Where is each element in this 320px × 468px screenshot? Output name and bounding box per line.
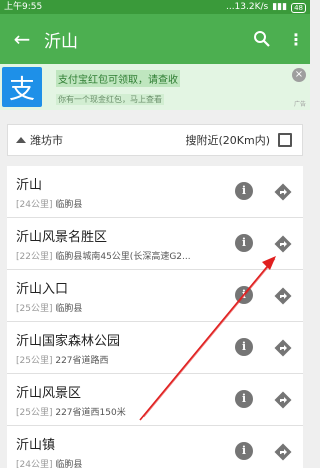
result-distance: [25公里] [16, 303, 53, 314]
directions-icon[interactable] [273, 182, 293, 202]
result-address: 临朐县 [55, 199, 83, 210]
result-name: 沂山 [16, 177, 43, 193]
list-item[interactable]: 沂山入口 [25公里] 临朐县 i [7, 270, 303, 322]
directions-icon[interactable] [273, 338, 293, 358]
result-name: 沂山风景名胜区 [16, 229, 108, 245]
ad-banner[interactable]: 支 支付宝红包可领取，请查收 你有一个现金红包，马上查看 × 广告 [0, 64, 310, 110]
nearby-label: 搜附近(20Km内) [185, 134, 270, 147]
nearby-toggle[interactable]: 搜附近(20Km内) [185, 132, 302, 148]
ad-text: 支付宝红包可领取，请查收 你有一个现金红包，马上查看 [42, 68, 310, 106]
list-item[interactable]: 沂山 [24公里] 临朐县 i [7, 166, 303, 218]
alipay-logo: 支 [2, 67, 42, 107]
city-selector[interactable]: 潍坊市 [8, 132, 185, 148]
info-icon[interactable]: i [235, 389, 253, 408]
result-name: 沂山风景区 [16, 385, 82, 401]
result-address: 227省道路西 [55, 355, 109, 366]
info-icon[interactable]: i [235, 233, 253, 252]
page-title: 沂山 [44, 31, 78, 52]
result-distance: [25公里] [16, 355, 53, 366]
ad-subtitle: 你有一个现金红包，马上查看 [56, 94, 164, 105]
filter-bar: 潍坊市 搜附近(20Km内) [7, 124, 303, 156]
result-address: 临朐县 [55, 459, 83, 468]
battery-level: 48 [291, 3, 306, 13]
back-arrow-icon[interactable]: ← [0, 27, 44, 51]
info-icon[interactable]: i [235, 337, 253, 356]
signal-icon: ▮▮▮ [272, 2, 288, 12]
result-address: 临朐县 [55, 303, 83, 314]
app-bar: ← 沂山 ⋮ [0, 14, 310, 64]
result-name: 沂山国家森林公园 [16, 333, 121, 349]
info-icon[interactable]: i [235, 441, 253, 460]
ad-badge: 广告 [293, 101, 306, 108]
ad-close-icon[interactable]: × [292, 68, 306, 82]
ad-title: 支付宝红包可领取，请查收 [56, 70, 180, 87]
list-item[interactable]: 沂山风景名胜区 [22公里] 临朐县城南45公里(长深高速G2... i [7, 218, 303, 270]
result-address: 227省道西150米 [55, 407, 126, 418]
results-list: 沂山 [24公里] 临朐县 i 沂山风景名胜区 [22公里] 临朐县城南45公里… [7, 166, 303, 468]
directions-icon[interactable] [273, 442, 293, 462]
status-time: 上午9:55 [4, 2, 43, 12]
directions-icon[interactable] [273, 390, 293, 410]
list-item[interactable]: 沂山国家森林公园 [25公里] 227省道路西 i [7, 322, 303, 374]
result-name: 沂山入口 [16, 281, 69, 297]
status-bar: 上午9:55 ...13.2K/s ▮▮▮ 48 [0, 0, 310, 14]
result-distance: [24公里] [16, 459, 53, 468]
info-icon[interactable]: i [235, 285, 253, 304]
directions-icon[interactable] [273, 286, 293, 306]
result-distance: [25公里] [16, 407, 53, 418]
result-name: 沂山镇 [16, 437, 56, 453]
result-distance: [22公里] [16, 251, 53, 262]
result-address: 临朐县城南45公里(长深高速G2... [55, 251, 191, 262]
status-indicators: ...13.2K/s ▮▮▮ 48 [226, 0, 306, 14]
result-distance: [24公里] [16, 199, 53, 210]
more-vert-icon[interactable]: ⋮ [282, 30, 310, 49]
city-label: 潍坊市 [30, 134, 63, 147]
network-speed: ...13.2K/s [225, 2, 269, 12]
directions-icon[interactable] [273, 234, 293, 254]
list-item[interactable]: 沂山镇 [24公里] 临朐县 i [7, 426, 303, 468]
info-icon[interactable]: i [235, 181, 253, 200]
list-item[interactable]: 沂山风景区 [25公里] 227省道西150米 i [7, 374, 303, 426]
search-icon[interactable] [242, 30, 282, 48]
nearby-checkbox[interactable] [278, 133, 292, 147]
triangle-up-icon [16, 137, 26, 143]
